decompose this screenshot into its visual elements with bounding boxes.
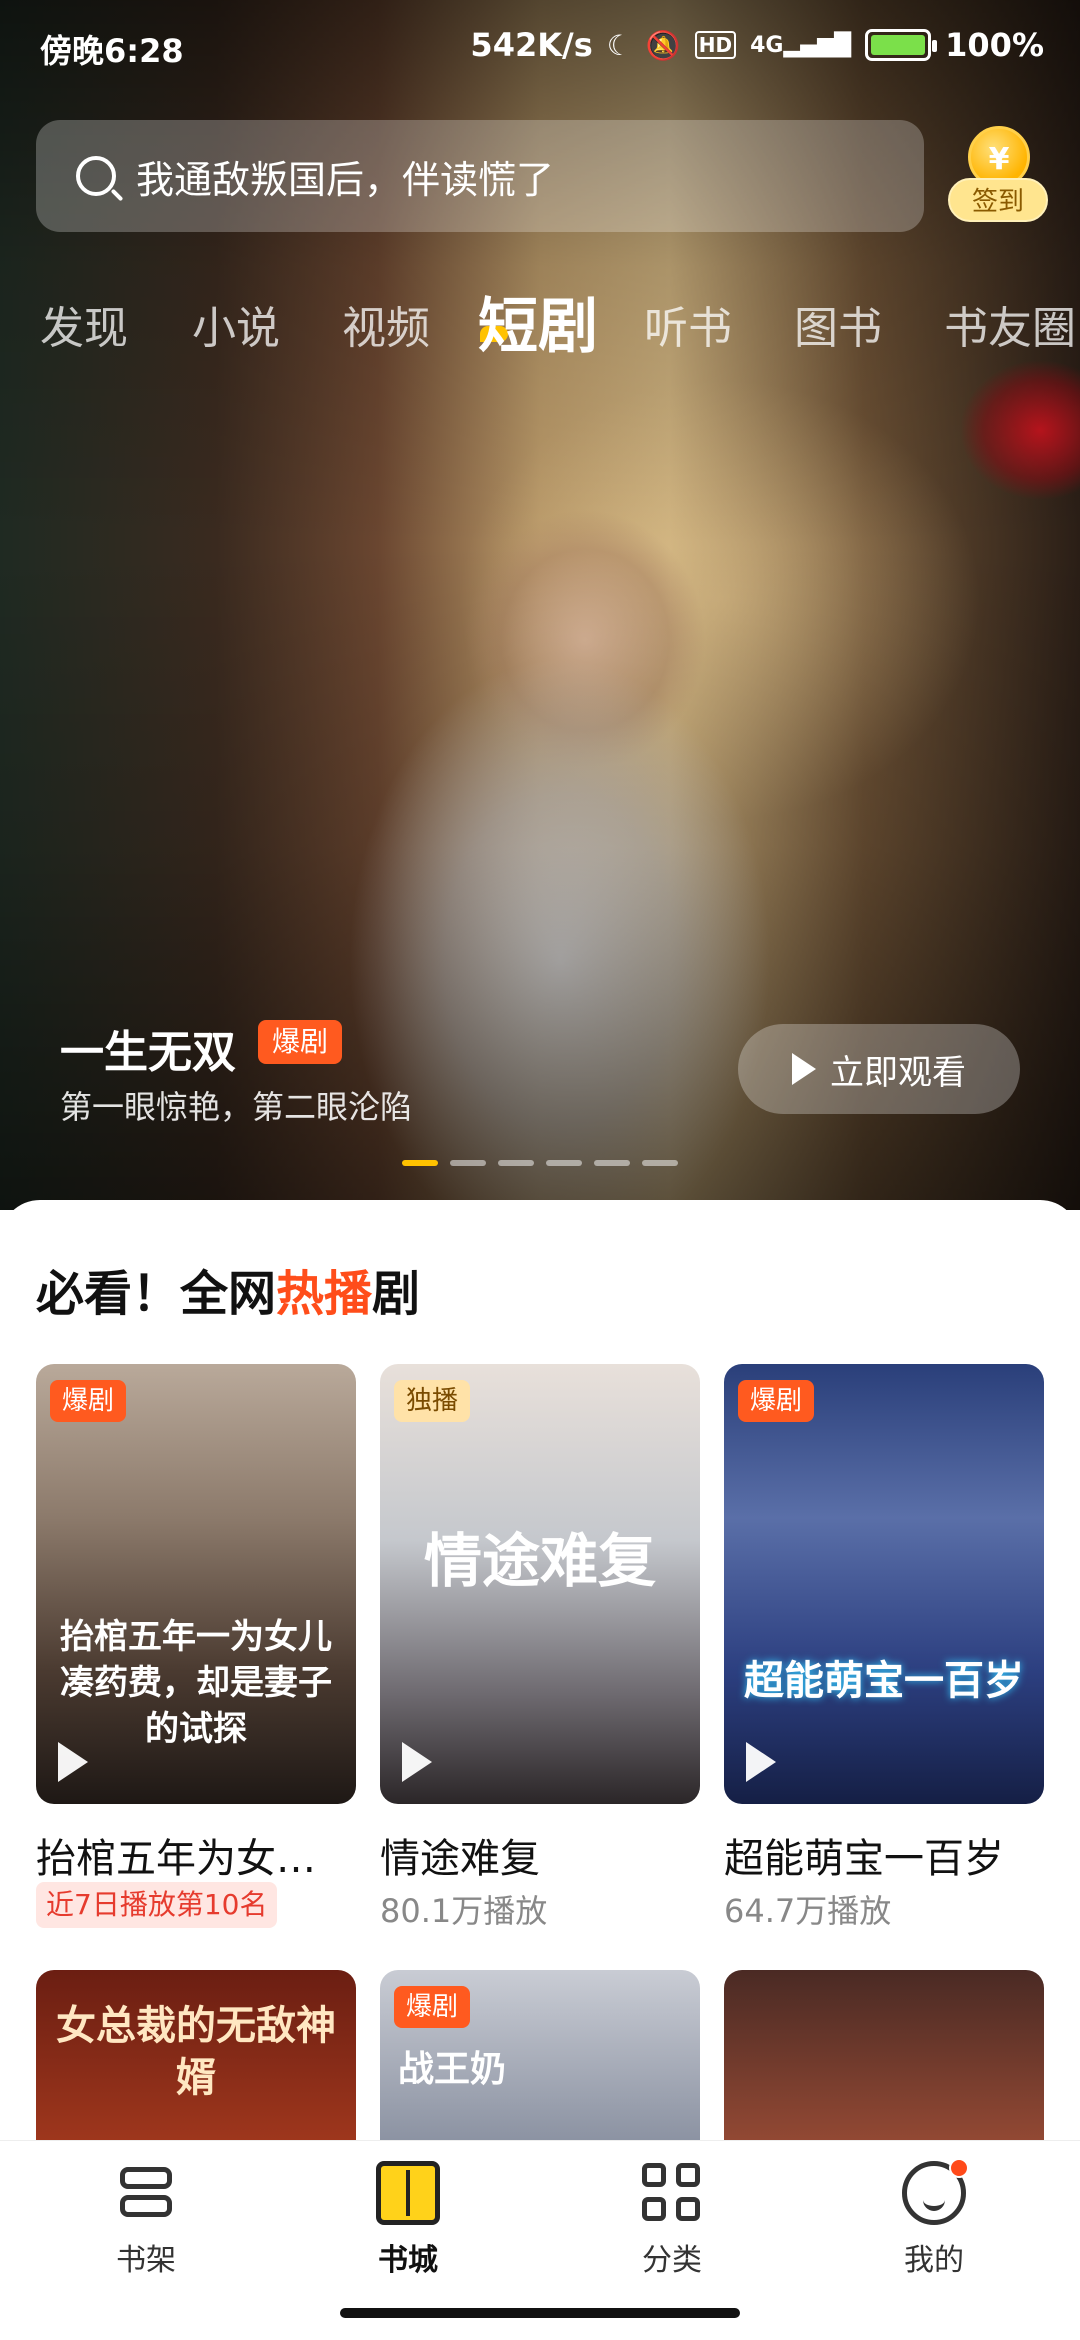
play-count: 64.7万播放 bbox=[724, 1892, 892, 1930]
poster-art-text: 女总裁的无敌神婿 bbox=[56, 2003, 336, 2101]
poster-tag: 爆剧 bbox=[738, 1380, 815, 1422]
tab-books[interactable]: 图书 bbox=[794, 292, 882, 356]
nav-bookstore[interactable]: 书城 bbox=[328, 2161, 488, 2279]
section-title-hot: 热播 bbox=[276, 1266, 373, 1322]
hero-subtitle: 第一眼惊艳，第二眼沦陷 bbox=[60, 1088, 413, 1126]
watch-now-button[interactable]: 立即观看 bbox=[738, 1024, 1020, 1114]
grid-cell bbox=[642, 2197, 666, 2221]
pager-dot bbox=[642, 1160, 678, 1166]
grid-cell bbox=[676, 2163, 700, 2187]
nav-profile[interactable]: 我的 bbox=[854, 2158, 1014, 2279]
poster-tag: 独播 bbox=[394, 1380, 471, 1422]
category-tabs: 发现 小说 视频 短剧 听书 图书 书友圈 bbox=[0, 270, 1080, 370]
section-title: 必看！全网热播剧 bbox=[36, 1254, 420, 1324]
tab-video[interactable]: 视频 bbox=[342, 292, 430, 356]
section-title-post: 剧 bbox=[372, 1266, 421, 1322]
bookshelf-icon bbox=[114, 2161, 178, 2225]
drama-card[interactable]: 爆剧 抬棺五年一为女儿凑药费，却是妻子的试探 抬棺五年为女… 近7日播放第10名 bbox=[36, 1364, 356, 1944]
pager-dot bbox=[594, 1160, 630, 1166]
drama-title: 抬棺五年为女… bbox=[36, 1836, 316, 1882]
mute-bell-icon: 🔕 bbox=[645, 28, 681, 62]
signal-icon: 4G▂▄▆█ bbox=[750, 32, 852, 58]
drama-card[interactable]: 爆剧 战王奶 bbox=[380, 1970, 700, 2140]
poster-tag: 爆剧 bbox=[394, 1986, 471, 2028]
network-type: 4G bbox=[750, 32, 784, 58]
play-icon bbox=[58, 1742, 88, 1782]
tab-novel[interactable]: 小说 bbox=[192, 292, 280, 356]
home-indicator bbox=[340, 2308, 740, 2318]
category-icon bbox=[640, 2161, 704, 2225]
play-icon bbox=[792, 1053, 816, 1085]
pager-dot bbox=[546, 1160, 582, 1166]
nav-category[interactable]: 分类 bbox=[592, 2161, 752, 2279]
drama-poster[interactable]: 爆剧 超能萌宝一百岁 bbox=[724, 1364, 1044, 1804]
drama-card[interactable] bbox=[724, 1970, 1044, 2140]
nav-label: 分类 bbox=[642, 2243, 702, 2278]
hero-banner[interactable]: 傍晚6:28 542K/s ☾ 🔕 HD 4G▂▄▆█ 100% 我通敌叛国后，… bbox=[0, 0, 1080, 1210]
grid-cell bbox=[676, 2197, 700, 2221]
pager-dot bbox=[498, 1160, 534, 1166]
battery-percent: 100% bbox=[945, 26, 1044, 64]
nav-bookshelf[interactable]: 书架 bbox=[66, 2161, 226, 2279]
tab-discover[interactable]: 发现 bbox=[40, 292, 128, 356]
watch-now-label: 立即观看 bbox=[830, 1052, 966, 1093]
play-icon bbox=[402, 1742, 432, 1782]
battery-fill bbox=[871, 35, 926, 55]
nav-label: 书架 bbox=[116, 2243, 176, 2278]
poster-art-text: 战王奶 bbox=[398, 2049, 507, 2090]
tab-audiobook[interactable]: 听书 bbox=[644, 292, 732, 356]
drama-card[interactable]: 女总裁的无敌神婿 bbox=[36, 1970, 356, 2140]
shelf-bar bbox=[120, 2167, 172, 2189]
content-sheet: 必看！全网热播剧 爆剧 抬棺五年一为女儿凑药费，却是妻子的试探 抬棺五年为女… … bbox=[0, 1200, 1080, 2140]
drama-title: 超能萌宝一百岁 bbox=[724, 1836, 1004, 1882]
poster-art-text: 抬棺五年一为女儿凑药费，却是妻子的试探 bbox=[60, 1617, 332, 1749]
network-speed: 542K/s bbox=[470, 26, 593, 64]
pager-dot bbox=[450, 1160, 486, 1166]
battery-icon bbox=[865, 29, 938, 61]
search-bar[interactable]: 我通敌叛国后，伴读慌了 bbox=[36, 120, 924, 232]
nav-label: 我的 bbox=[904, 2243, 964, 2278]
status-bar: 傍晚6:28 542K/s ☾ 🔕 HD 4G▂▄▆█ 100% bbox=[0, 0, 1080, 90]
poster-tag: 爆剧 bbox=[50, 1380, 127, 1422]
drama-card[interactable]: 爆剧 超能萌宝一百岁 超能萌宝一百岁 64.7万播放 bbox=[724, 1364, 1044, 1944]
carousel-indicator bbox=[402, 1160, 678, 1166]
play-count: 80.1万播放 bbox=[380, 1892, 548, 1930]
grid-cell bbox=[642, 2163, 666, 2187]
poster-art-text: 情途难复 bbox=[423, 1527, 656, 1595]
nav-label: 书城 bbox=[378, 2243, 438, 2278]
drama-poster[interactable]: 爆剧 抬棺五年一为女儿凑药费，却是妻子的试探 bbox=[36, 1364, 356, 1804]
pager-dot-active bbox=[402, 1160, 438, 1166]
hd-icon: HD bbox=[694, 31, 737, 59]
search-icon bbox=[76, 156, 116, 196]
section-title-pre: 必看！全网 bbox=[36, 1266, 277, 1322]
poster-art-text: 超能萌宝一百岁 bbox=[744, 1658, 1024, 1704]
profile-icon bbox=[902, 2158, 969, 2225]
hero-badge: 爆剧 bbox=[258, 1020, 343, 1064]
shelf-bar bbox=[120, 2195, 172, 2217]
signin-button[interactable]: ¥ 签到 bbox=[948, 126, 1048, 230]
drama-card[interactable]: 独播 情途难复 情途难复 80.1万播放 bbox=[380, 1364, 700, 1944]
tab-book-friends[interactable]: 书友圈 bbox=[944, 292, 1076, 356]
drama-title: 情途难复 bbox=[380, 1836, 540, 1882]
rank-badge: 近7日播放第10名 bbox=[36, 1882, 278, 1928]
signin-label: 签到 bbox=[948, 178, 1048, 222]
play-icon bbox=[746, 1742, 776, 1782]
search-placeholder: 我通敌叛国后，伴读慌了 bbox=[136, 157, 555, 202]
moon-icon: ☾ bbox=[606, 28, 632, 62]
status-right: 542K/s ☾ 🔕 HD 4G▂▄▆█ 100% bbox=[470, 26, 1044, 64]
drama-poster[interactable]: 女总裁的无敌神婿 bbox=[36, 1970, 356, 2140]
tab-short-drama[interactable]: 短剧 bbox=[478, 278, 598, 365]
hero-title[interactable]: 一生无双 bbox=[60, 1016, 236, 1080]
drama-poster[interactable] bbox=[724, 1970, 1044, 2140]
notification-dot bbox=[949, 2158, 969, 2178]
drama-poster[interactable]: 独播 情途难复 bbox=[380, 1364, 700, 1804]
status-time: 傍晚6:28 bbox=[40, 32, 184, 70]
drama-poster[interactable]: 爆剧 战王奶 bbox=[380, 1970, 700, 2140]
bookstore-icon bbox=[376, 2161, 440, 2225]
